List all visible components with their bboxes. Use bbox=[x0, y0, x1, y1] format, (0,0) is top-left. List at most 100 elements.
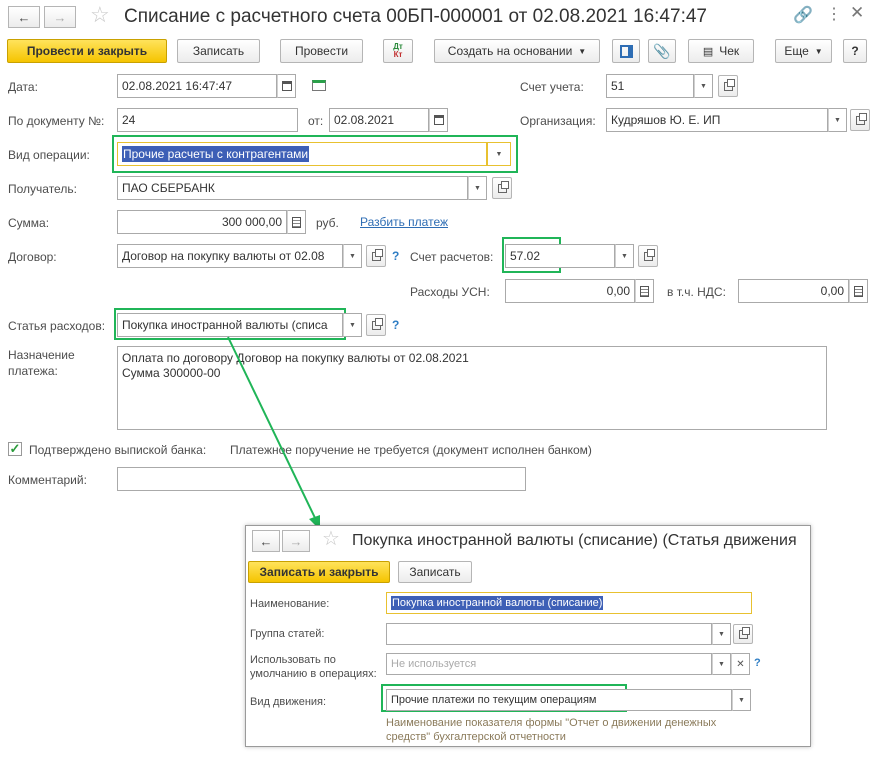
open-icon bbox=[371, 317, 383, 330]
settlement-account-open-button[interactable] bbox=[638, 245, 658, 267]
popup-name-value: Покупка иностранной валюты (списание) bbox=[391, 596, 604, 610]
purpose-line-1: Оплата по договору Договор на покупку ва… bbox=[122, 351, 469, 365]
popup-back-button[interactable]: ← bbox=[252, 530, 280, 552]
expense-item-open-button[interactable] bbox=[366, 314, 386, 336]
popup-movement-field[interactable]: Прочие платежи по текущим операциям bbox=[386, 689, 732, 711]
create-based-on-button[interactable]: Создать на основании ▼ bbox=[434, 39, 600, 63]
popup-default-help-icon[interactable]: ? bbox=[754, 657, 761, 669]
popup-name-field[interactable]: Покупка иностранной валюты (списание) bbox=[386, 592, 752, 614]
popup-group-field[interactable] bbox=[386, 623, 712, 645]
popup-group-open-button[interactable] bbox=[733, 624, 753, 644]
more-label: Еще bbox=[784, 44, 809, 58]
popup-default-field[interactable]: Не используется bbox=[386, 653, 712, 675]
contract-label: Договор: bbox=[8, 250, 57, 264]
usn-expenses-field[interactable]: 0,00 bbox=[505, 279, 635, 303]
popup-favorite-star-icon[interactable]: ☆ bbox=[322, 526, 340, 551]
comment-field[interactable] bbox=[117, 467, 526, 491]
contract-value: Договор на покупку валюты от 02.08 bbox=[122, 249, 325, 263]
account-field[interactable]: 51 bbox=[606, 74, 694, 98]
link-icon[interactable]: 🔗 bbox=[793, 5, 813, 25]
favorite-star-icon[interactable]: ☆ bbox=[90, 2, 110, 28]
doc-number-field[interactable]: 24 bbox=[117, 108, 298, 132]
recipient-open-button[interactable] bbox=[492, 177, 512, 199]
settlement-account-dropdown[interactable]: ▼ bbox=[615, 244, 634, 268]
hierarchy-icon bbox=[619, 44, 633, 58]
confirmed-checkbox[interactable]: ✓ bbox=[8, 442, 22, 456]
back-button[interactable]: ← bbox=[8, 6, 40, 28]
expense-item-dropdown[interactable]: ▼ bbox=[343, 313, 362, 337]
popup-forward-button[interactable]: → bbox=[282, 530, 310, 552]
recipient-label: Получатель: bbox=[8, 182, 77, 196]
help-button[interactable]: ? bbox=[843, 39, 867, 63]
contract-field[interactable]: Договор на покупку валюты от 02.08 bbox=[117, 244, 343, 268]
doc-date-field[interactable]: 02.08.2021 bbox=[329, 108, 429, 132]
chevron-down-icon: ▼ bbox=[578, 46, 587, 56]
forward-button[interactable]: → bbox=[44, 6, 76, 28]
more-button[interactable]: Еще ▼ bbox=[775, 39, 832, 63]
organization-dropdown[interactable]: ▼ bbox=[828, 108, 847, 132]
date-field[interactable]: 02.08.2021 16:47:47 bbox=[117, 74, 277, 98]
popup-name-label: Наименование: bbox=[250, 598, 330, 610]
vat-field[interactable]: 0,00 bbox=[738, 279, 849, 303]
chevron-down-icon: ▼ bbox=[814, 46, 823, 56]
vat-calculator-button[interactable] bbox=[849, 279, 868, 303]
account-dropdown[interactable]: ▼ bbox=[694, 74, 713, 98]
open-icon bbox=[643, 248, 655, 261]
contract-open-button[interactable] bbox=[366, 245, 386, 267]
operation-type-field[interactable]: Прочие расчеты с контрагентами bbox=[117, 142, 487, 166]
popup-movement-dropdown[interactable]: ▼ bbox=[732, 689, 751, 711]
open-icon bbox=[723, 78, 735, 91]
post-button[interactable]: Провести bbox=[280, 39, 363, 63]
popup-group-dropdown[interactable]: ▼ bbox=[712, 623, 731, 645]
post-and-close-button[interactable]: Провести и закрыть bbox=[7, 39, 167, 63]
sum-field[interactable]: 300 000,00 bbox=[117, 210, 287, 234]
settlement-account-field[interactable]: 57.02 bbox=[505, 244, 615, 268]
structure-icon-button[interactable] bbox=[612, 39, 640, 63]
settlement-account-value: 57.02 bbox=[510, 249, 541, 263]
account-label: Счет учета: bbox=[520, 80, 584, 94]
recipient-dropdown[interactable]: ▼ bbox=[468, 176, 487, 200]
window-title: Списание с расчетного счета 00БП-000001 … bbox=[124, 6, 707, 27]
date-value: 02.08.2021 16:47:47 bbox=[122, 79, 233, 93]
expense-item-help-icon[interactable]: ? bbox=[392, 318, 399, 332]
organization-label: Организация: bbox=[520, 114, 596, 128]
contract-help-icon[interactable]: ? bbox=[392, 249, 399, 263]
usn-expenses-value: 0,00 bbox=[606, 284, 630, 298]
register-movements-icon[interactable] bbox=[312, 80, 326, 91]
organization-open-button[interactable] bbox=[850, 109, 870, 131]
doc-from-label: от: bbox=[308, 114, 324, 128]
recipient-field[interactable]: ПАО СБЕРБАНК bbox=[117, 176, 468, 200]
popup-save-button[interactable]: Записать bbox=[398, 561, 472, 583]
calculator-icon bbox=[292, 216, 301, 228]
currency-label: руб. bbox=[316, 216, 339, 230]
split-payment-link[interactable]: Разбить платеж bbox=[360, 215, 448, 229]
paperclip-icon: 📎 bbox=[653, 42, 671, 59]
doc-date-calendar-button[interactable] bbox=[429, 108, 448, 132]
contract-dropdown[interactable]: ▼ bbox=[343, 244, 362, 268]
expense-item-field[interactable]: Покупка иностранной валюты (списа bbox=[117, 313, 343, 337]
close-icon[interactable]: ✕ bbox=[850, 3, 864, 23]
attach-button[interactable]: 📎 bbox=[648, 39, 676, 63]
expense-item-value: Покупка иностранной валюты (списа bbox=[122, 318, 328, 332]
organization-field[interactable]: Кудряшов Ю. Е. ИП bbox=[606, 108, 828, 132]
purpose-label-line-2: платежа: bbox=[8, 364, 58, 378]
save-button[interactable]: Записать bbox=[177, 39, 260, 63]
vat-label: в т.ч. НДС: bbox=[667, 285, 726, 299]
popup-save-close-button[interactable]: Записать и закрыть bbox=[248, 561, 390, 583]
open-icon bbox=[497, 180, 509, 193]
popup-default-clear-button[interactable]: ✕ bbox=[731, 653, 750, 675]
receipt-button[interactable]: ▤ Чек bbox=[688, 39, 754, 63]
operation-type-dropdown[interactable]: ▼ bbox=[487, 142, 511, 166]
date-calendar-button[interactable] bbox=[277, 74, 296, 98]
purpose-textarea[interactable]: Оплата по договору Договор на покупку ва… bbox=[117, 346, 827, 430]
doc-date-value: 02.08.2021 bbox=[334, 113, 395, 127]
dt-kt-button[interactable]: Дт Кт bbox=[383, 39, 413, 63]
usn-calculator-button[interactable] bbox=[635, 279, 654, 303]
sum-calculator-button[interactable] bbox=[287, 210, 306, 234]
menu-dots-icon[interactable]: ⋮ bbox=[826, 4, 842, 24]
account-open-button[interactable] bbox=[718, 75, 738, 97]
settlement-account-label: Счет расчетов: bbox=[410, 250, 494, 264]
popup-default-dropdown[interactable]: ▼ bbox=[712, 653, 731, 675]
kt-icon-label: Кт bbox=[393, 50, 403, 59]
calculator-icon bbox=[640, 285, 649, 297]
